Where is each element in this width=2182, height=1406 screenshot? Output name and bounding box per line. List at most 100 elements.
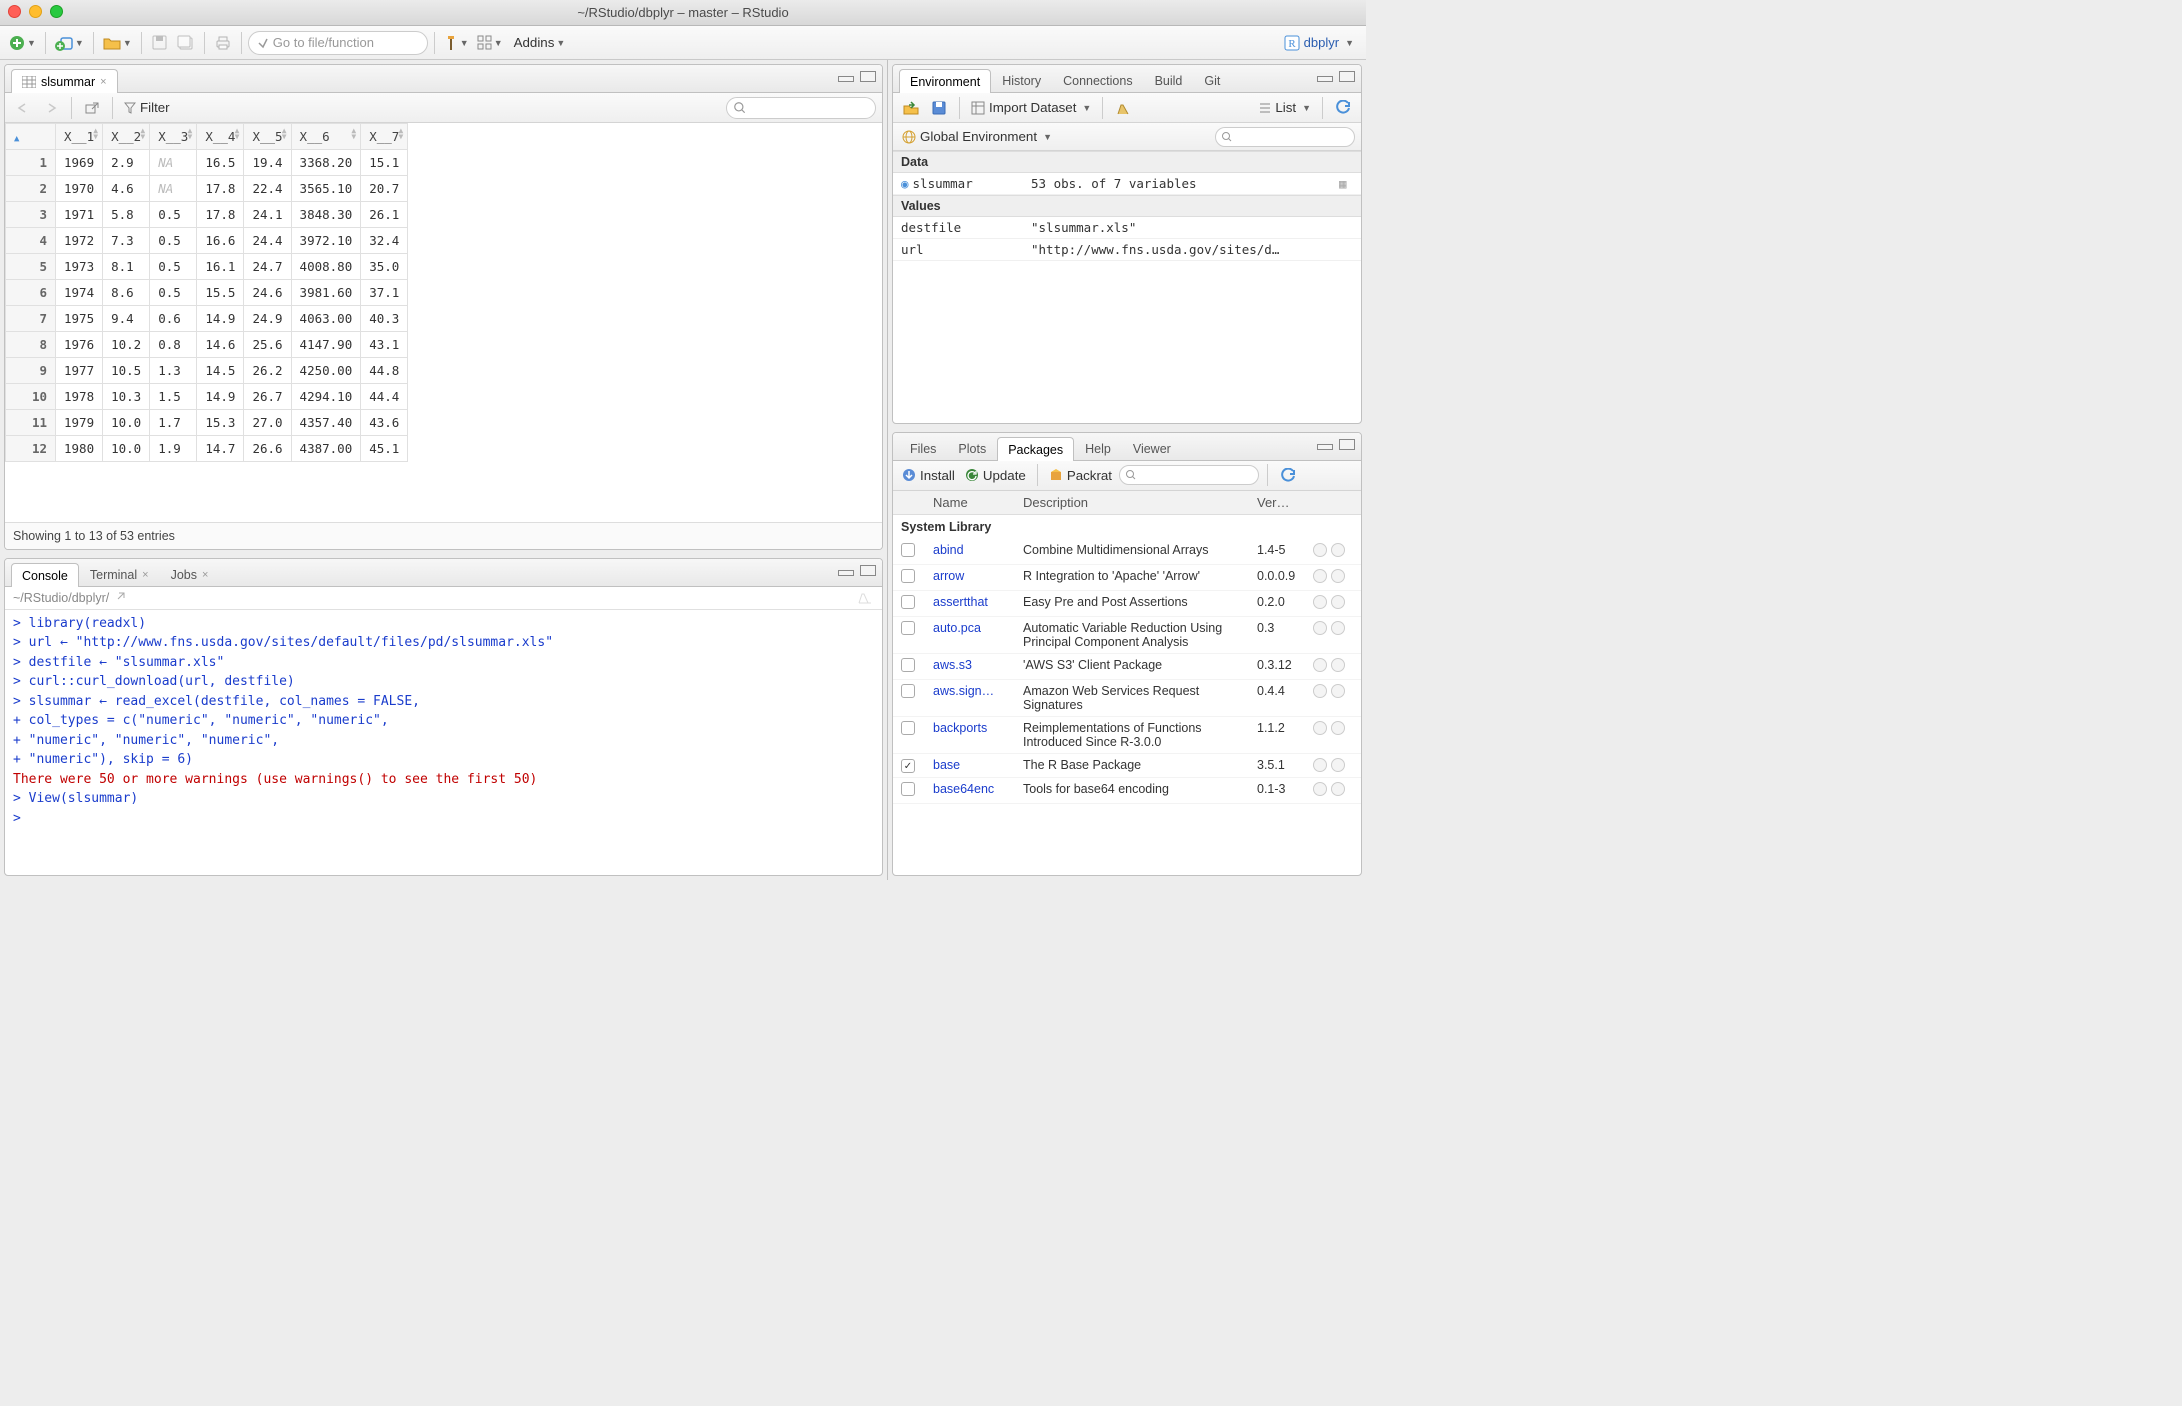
pkg-name[interactable]: assertthat bbox=[933, 595, 1023, 609]
pkg-row[interactable]: base64encTools for base64 encoding0.1-3 bbox=[893, 778, 1361, 804]
table-row[interactable]: 219704.6NA17.822.43565.1020.7 bbox=[6, 176, 408, 202]
column-header[interactable]: X__6▲▼ bbox=[291, 124, 361, 150]
clear-console-icon[interactable] bbox=[856, 591, 874, 605]
back-button[interactable] bbox=[11, 96, 35, 120]
column-header[interactable]: X__1▲▼ bbox=[56, 124, 103, 150]
column-header[interactable]: X__7▲▼ bbox=[361, 124, 408, 150]
table-row[interactable]: 119692.9NA16.519.43368.2015.1 bbox=[6, 150, 408, 176]
web-icon[interactable] bbox=[1313, 569, 1327, 583]
table-row[interactable]: 319715.80.517.824.13848.3026.1 bbox=[6, 202, 408, 228]
minimize-pane-button[interactable] bbox=[838, 570, 854, 576]
remove-icon[interactable] bbox=[1331, 621, 1345, 635]
web-icon[interactable] bbox=[1313, 758, 1327, 772]
addins-button[interactable]: Addins▼ bbox=[508, 31, 572, 55]
tab-plots[interactable]: Plots bbox=[947, 436, 997, 460]
tab-files[interactable]: Files bbox=[899, 436, 947, 460]
pkg-row[interactable]: backportsReimplementations of Functions … bbox=[893, 717, 1361, 754]
save-button[interactable] bbox=[148, 31, 172, 55]
table-row[interactable]: 12198010.01.914.726.64387.0045.1 bbox=[6, 436, 408, 462]
pkg-list[interactable]: System LibraryabindCombine Multidimensio… bbox=[893, 515, 1361, 875]
table-row[interactable]: 419727.30.516.624.43972.1032.4 bbox=[6, 228, 408, 254]
pkg-row[interactable]: arrowR Integration to 'Apache' 'Arrow'0.… bbox=[893, 565, 1361, 591]
maximize-pane-button[interactable] bbox=[1339, 71, 1355, 82]
tab-jobs[interactable]: Jobs× bbox=[160, 562, 220, 586]
close-icon[interactable]: × bbox=[142, 569, 148, 581]
save-workspace-button[interactable] bbox=[927, 96, 951, 120]
table-row[interactable]: 519738.10.516.124.74008.8035.0 bbox=[6, 254, 408, 280]
view-grid-icon[interactable]: ▦ bbox=[1339, 176, 1353, 191]
dataviewer-search[interactable] bbox=[726, 97, 876, 119]
env-row[interactable]: destfile"slsummar.xls" bbox=[893, 217, 1361, 239]
minimize-pane-button[interactable] bbox=[838, 76, 854, 82]
save-all-button[interactable] bbox=[174, 31, 198, 55]
remove-icon[interactable] bbox=[1331, 595, 1345, 609]
pkg-row[interactable]: aws.s3'AWS S3' Client Package0.3.12 bbox=[893, 654, 1361, 680]
close-icon[interactable]: × bbox=[202, 569, 208, 581]
tab-help[interactable]: Help bbox=[1074, 436, 1122, 460]
column-header[interactable]: X__3▲▼ bbox=[150, 124, 197, 150]
tab-slsummar[interactable]: slsummar × bbox=[11, 69, 118, 93]
column-header[interactable]: X__5▲▼ bbox=[244, 124, 291, 150]
table-row[interactable]: 619748.60.515.524.63981.6037.1 bbox=[6, 280, 408, 306]
env-row[interactable]: url"http://www.fns.usda.gov/sites/d… bbox=[893, 239, 1361, 261]
project-menu[interactable]: R dbplyr▼ bbox=[1278, 35, 1360, 51]
checkbox[interactable] bbox=[901, 569, 915, 583]
web-icon[interactable] bbox=[1313, 782, 1327, 796]
web-icon[interactable] bbox=[1313, 543, 1327, 557]
popout-button[interactable] bbox=[80, 96, 104, 120]
web-icon[interactable] bbox=[1313, 684, 1327, 698]
checkbox[interactable] bbox=[901, 684, 915, 698]
window-minimize-button[interactable] bbox=[29, 5, 42, 18]
refresh-button[interactable] bbox=[1276, 463, 1300, 487]
print-button[interactable] bbox=[211, 31, 235, 55]
tab-history[interactable]: History bbox=[991, 68, 1052, 92]
table-row[interactable]: 10197810.31.514.926.74294.1044.4 bbox=[6, 384, 408, 410]
web-icon[interactable] bbox=[1313, 658, 1327, 672]
checkbox[interactable] bbox=[901, 658, 915, 672]
packrat-button[interactable]: Packrat bbox=[1046, 463, 1115, 487]
minimize-pane-button[interactable] bbox=[1317, 444, 1333, 450]
maximize-pane-button[interactable] bbox=[860, 565, 876, 576]
pkg-name[interactable]: base64enc bbox=[933, 782, 1023, 796]
tab-console[interactable]: Console bbox=[11, 563, 79, 587]
tab-environment[interactable]: Environment bbox=[899, 69, 991, 93]
pkg-row[interactable]: aws.sign…Amazon Web Services Request Sig… bbox=[893, 680, 1361, 717]
grid-button[interactable]: ▼ bbox=[474, 31, 506, 55]
popout-icon[interactable] bbox=[113, 592, 125, 604]
remove-icon[interactable] bbox=[1331, 543, 1345, 557]
filter-button[interactable]: Filter bbox=[121, 96, 173, 120]
refresh-button[interactable] bbox=[1331, 96, 1355, 120]
remove-icon[interactable] bbox=[1331, 721, 1345, 735]
scope-selector[interactable]: Global Environment▼ bbox=[899, 125, 1055, 149]
view-mode-button[interactable]: List▼ bbox=[1256, 96, 1314, 120]
column-header[interactable]: X__4▲▼ bbox=[197, 124, 244, 150]
tab-terminal[interactable]: Terminal× bbox=[79, 562, 160, 586]
remove-icon[interactable] bbox=[1331, 658, 1345, 672]
tab-build[interactable]: Build bbox=[1144, 68, 1194, 92]
minimize-pane-button[interactable] bbox=[1317, 76, 1333, 82]
open-file-button[interactable]: ▼ bbox=[100, 31, 135, 55]
remove-icon[interactable] bbox=[1331, 782, 1345, 796]
import-dataset-button[interactable]: Import Dataset▼ bbox=[968, 96, 1094, 120]
new-file-button[interactable]: ▼ bbox=[6, 31, 39, 55]
load-workspace-button[interactable] bbox=[899, 96, 923, 120]
checkbox[interactable] bbox=[901, 721, 915, 735]
web-icon[interactable] bbox=[1313, 621, 1327, 635]
new-project-button[interactable]: ▼ bbox=[52, 31, 87, 55]
install-button[interactable]: Install bbox=[899, 463, 958, 487]
checkbox[interactable] bbox=[901, 782, 915, 796]
pkg-name[interactable]: backports bbox=[933, 721, 1023, 735]
pkg-name[interactable]: auto.pca bbox=[933, 621, 1023, 635]
window-close-button[interactable] bbox=[8, 5, 21, 18]
remove-icon[interactable] bbox=[1331, 684, 1345, 698]
env-row[interactable]: ◉slsummar53 obs. of 7 variables▦ bbox=[893, 173, 1361, 195]
data-grid[interactable]: ▲X__1▲▼X__2▲▼X__3▲▼X__4▲▼X__5▲▼X__6▲▼X__… bbox=[5, 123, 882, 522]
forward-button[interactable] bbox=[39, 96, 63, 120]
web-icon[interactable] bbox=[1313, 595, 1327, 609]
pkg-row[interactable]: assertthatEasy Pre and Post Assertions0.… bbox=[893, 591, 1361, 617]
maximize-pane-button[interactable] bbox=[1339, 439, 1355, 450]
env-list[interactable]: Data◉slsummar53 obs. of 7 variables▦Valu… bbox=[893, 151, 1361, 423]
table-row[interactable]: 719759.40.614.924.94063.0040.3 bbox=[6, 306, 408, 332]
env-search[interactable] bbox=[1215, 127, 1355, 147]
web-icon[interactable] bbox=[1313, 721, 1327, 735]
